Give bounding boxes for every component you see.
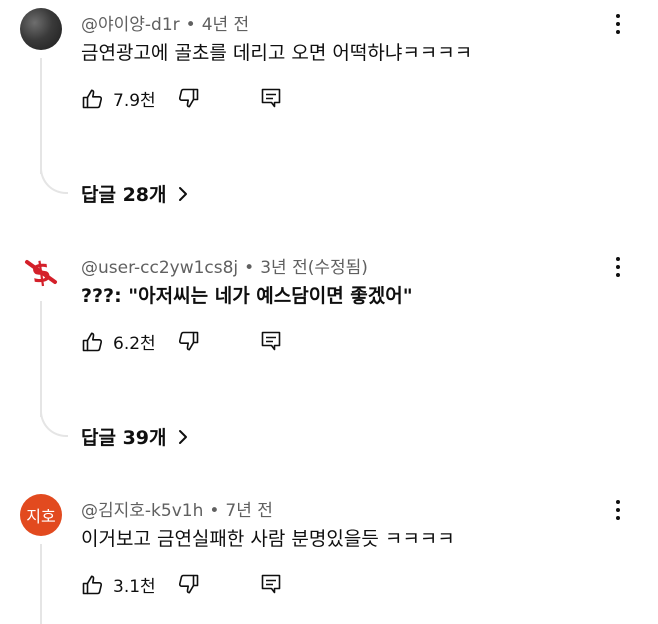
comment-1: @야이양-d1r • 4년 전 금연광고에 골초를 데리고 오면 어떡하냐ㅋㅋㅋㅋ … bbox=[0, 8, 658, 228]
like-count: 7.9천 bbox=[113, 91, 156, 111]
reply-comment-icon bbox=[261, 331, 281, 351]
reply-comment-icon bbox=[261, 574, 281, 594]
like-count: 3.1천 bbox=[113, 577, 156, 597]
more-options-button[interactable] bbox=[608, 255, 628, 279]
avatar[interactable]: 지호 bbox=[20, 494, 62, 536]
dislike-button[interactable] bbox=[176, 329, 200, 353]
like-button[interactable]: 6.2천 bbox=[81, 329, 156, 354]
separator: • bbox=[185, 15, 196, 35]
comment-author[interactable]: @김지호-k5v1h bbox=[81, 501, 203, 521]
comment-actions: 7.9천 bbox=[81, 86, 341, 116]
like-button[interactable]: 7.9천 bbox=[81, 86, 156, 111]
thread-curve bbox=[40, 409, 68, 437]
more-vertical-icon-dot bbox=[616, 516, 620, 520]
thumbs-down-icon bbox=[178, 88, 199, 108]
more-vertical-icon-dot bbox=[616, 30, 620, 34]
comment-actions: 6.2천 bbox=[81, 329, 341, 359]
more-options-button[interactable] bbox=[608, 12, 628, 36]
thread-line bbox=[40, 544, 42, 624]
chevron-right-icon bbox=[178, 186, 187, 201]
comment-author[interactable]: @user-cc2yw1cs8j bbox=[81, 258, 238, 278]
view-replies-button[interactable]: 답글 39개 bbox=[81, 423, 189, 450]
thumbs-up-icon bbox=[82, 89, 103, 108]
comment-text: 금연광고에 골초를 데리고 오면 어떡하냐ㅋㅋㅋㅋ bbox=[81, 42, 473, 64]
more-vertical-icon-dot bbox=[616, 508, 620, 512]
comment-author[interactable]: @야이양-d1r bbox=[81, 15, 180, 35]
avatar-initial: 지호 bbox=[26, 507, 56, 526]
more-vertical-icon-dot bbox=[616, 273, 620, 277]
replies-label: 답글 39개 bbox=[81, 427, 167, 449]
more-vertical-icon-dot bbox=[616, 22, 620, 26]
dislike-button[interactable] bbox=[176, 572, 200, 596]
more-vertical-icon-dot bbox=[616, 265, 620, 269]
more-vertical-icon-dot bbox=[616, 500, 620, 504]
comment-text: 이거보고 금연실패한 사람 분명있을듯 ㅋㅋㅋㅋ bbox=[81, 528, 455, 550]
thread-line bbox=[40, 301, 42, 417]
reply-comment-icon bbox=[261, 88, 281, 108]
thumbs-down-icon bbox=[178, 574, 199, 594]
dislike-button[interactable] bbox=[176, 86, 200, 110]
reply-button[interactable] bbox=[259, 329, 283, 353]
comment-time[interactable]: 3년 전(수정됨) bbox=[260, 258, 368, 278]
thumbs-down-icon bbox=[178, 331, 199, 351]
thread-curve bbox=[40, 166, 68, 194]
no-money-logo-icon: $ bbox=[25, 255, 57, 290]
comment-2: $ @user-cc2yw1cs8j •3년 전(수정됨) ???: "아저씨는 … bbox=[0, 251, 658, 471]
more-options-button[interactable] bbox=[608, 498, 628, 522]
comment-actions: 3.1천 bbox=[81, 572, 341, 602]
thumbs-up-icon bbox=[82, 332, 103, 351]
more-vertical-icon-dot bbox=[616, 257, 620, 261]
chevron-right-icon bbox=[178, 429, 187, 444]
separator: • bbox=[244, 258, 255, 278]
comment-meta: @user-cc2yw1cs8j • 3년 전(수정됨) bbox=[81, 253, 368, 278]
like-count: 6.2천 bbox=[113, 334, 156, 354]
like-button[interactable]: 3.1천 bbox=[81, 572, 156, 597]
comment-text: ???: "아저씨는 네가 예스담이면 좋겠어" bbox=[81, 285, 413, 307]
thumbs-up-icon bbox=[82, 575, 103, 594]
comment-3: 지호 @김지호-k5v1h • 7년 전 이거보고 금연실패한 사람 분명있을듯 ㅋ… bbox=[0, 494, 658, 624]
comment-meta: @김지호-k5v1h • 7년 전 bbox=[81, 496, 273, 521]
separator: • bbox=[209, 501, 220, 521]
reply-button[interactable] bbox=[259, 572, 283, 596]
replies-label: 답글 28개 bbox=[81, 184, 167, 206]
comment-meta: @야이양-d1r • 4년 전 bbox=[81, 10, 249, 35]
reply-button[interactable] bbox=[259, 86, 283, 110]
avatar[interactable] bbox=[20, 8, 62, 50]
thread-line bbox=[40, 58, 42, 174]
avatar[interactable]: $ bbox=[20, 251, 62, 293]
comment-time[interactable]: 7년 전 bbox=[225, 501, 273, 521]
view-replies-button[interactable]: 답글 28개 bbox=[81, 180, 189, 207]
more-vertical-icon-dot bbox=[616, 14, 620, 18]
comment-time[interactable]: 4년 전 bbox=[202, 15, 250, 35]
